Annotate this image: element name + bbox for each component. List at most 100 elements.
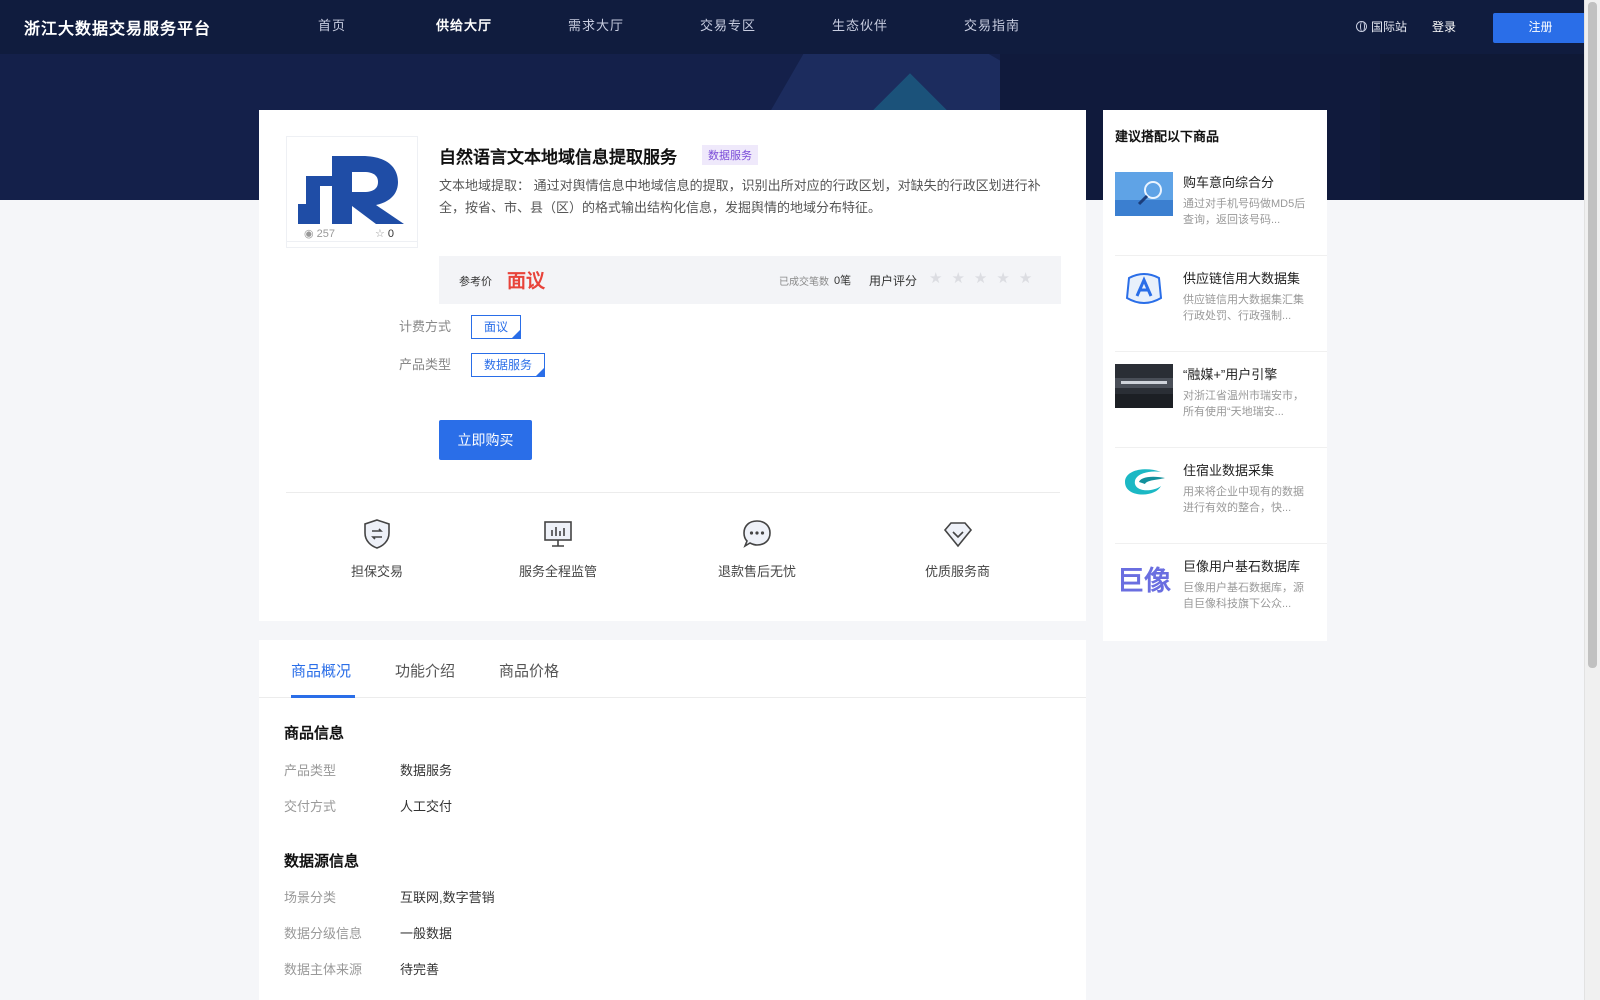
login-link[interactable]: 登录 bbox=[1432, 18, 1456, 35]
product-stats: ◉ 257 ☆ 0 bbox=[286, 222, 418, 248]
nav-supply-hall[interactable]: 供给大厅 bbox=[398, 0, 530, 54]
item-thumbnail bbox=[1115, 268, 1173, 312]
info-value: 待完善 bbox=[400, 962, 440, 977]
feature-quality-provider: 优质服务商 bbox=[925, 518, 990, 580]
item-name: 住宿业数据采集 bbox=[1183, 463, 1275, 478]
view-count-value: 257 bbox=[316, 228, 335, 240]
price-label: 参考价 bbox=[459, 276, 492, 288]
star-icon[interactable]: ★ bbox=[974, 269, 987, 287]
billing-label: 计费方式 bbox=[399, 319, 452, 334]
item-name: 巨像用户基石数据库 bbox=[1183, 559, 1301, 574]
nav-trade-zone[interactable]: 交易专区 bbox=[662, 0, 794, 54]
buy-now-button[interactable]: 立即购买 bbox=[439, 420, 532, 460]
star-icon[interactable]: ★ bbox=[929, 269, 942, 287]
product-category-tag: 数据服务 bbox=[702, 145, 758, 165]
top-navbar: 浙江大数据交易服务平台 首页 供给大厅 需求大厅 交易专区 生态伙伴 交易指南 … bbox=[0, 0, 1588, 54]
feature-label: 退款售后无忧 bbox=[718, 564, 797, 579]
item-thumbnail bbox=[1115, 364, 1173, 408]
globe-icon bbox=[1356, 21, 1367, 32]
info-value: 互联网,数字营销 bbox=[400, 890, 495, 905]
nav-demand-hall[interactable]: 需求大厅 bbox=[530, 0, 662, 54]
swirl-logo-thumbnail-icon bbox=[1125, 469, 1165, 495]
recommended-item[interactable]: 供应链信用大数据集 供应链信用大数据集汇集行政处罚、行政强制... bbox=[1115, 256, 1327, 352]
site-logo[interactable]: 浙江大数据交易服务平台 bbox=[24, 15, 211, 39]
nav-home[interactable]: 首页 bbox=[266, 0, 398, 54]
nav-guide[interactable]: 交易指南 bbox=[926, 0, 1058, 54]
media-screen-thumbnail-icon bbox=[1115, 364, 1173, 408]
item-name: 购车意向综合分 bbox=[1183, 175, 1275, 190]
main-nav: 首页 供给大厅 需求大厅 交易专区 生态伙伴 交易指南 bbox=[266, 0, 1058, 54]
recommended-item[interactable]: 购车意向综合分 通过对手机号码做MD5后查询，返回该号码... bbox=[1115, 160, 1327, 256]
brand-logo-text: 巨像 bbox=[1117, 565, 1171, 597]
price-panel: 参考价 面议 已成交笔数 0笔 用户评分 ★ ★ ★ ★ ★ bbox=[439, 256, 1061, 304]
info-label: 场景分类 bbox=[284, 890, 337, 905]
rating-stars[interactable]: ★ ★ ★ ★ ★ bbox=[929, 269, 1041, 287]
product-details-card: 商品概况 功能介绍 商品价格 商品信息 产品类型 数据服务 交付方式 人工交付 … bbox=[259, 640, 1086, 1000]
item-description: 用来将企业中现有的数据进行有效的整合，快... bbox=[1183, 486, 1304, 514]
star-icon[interactable]: ★ bbox=[1019, 269, 1032, 287]
international-site-label: 国际站 bbox=[1371, 20, 1408, 34]
page-scrollbar[interactable] bbox=[1584, 0, 1600, 1000]
feature-full-supervision: 服务全程监管 bbox=[519, 518, 597, 580]
info-label: 数据分级信息 bbox=[284, 926, 363, 941]
active-tab-indicator bbox=[291, 695, 355, 698]
info-label: 交付方式 bbox=[284, 799, 337, 814]
magnifier-thumbnail-icon bbox=[1115, 172, 1173, 216]
product-title: 自然语言文本地域信息提取服务 bbox=[439, 148, 677, 167]
star-icon[interactable]: ★ bbox=[951, 269, 964, 287]
chat-bubble-icon bbox=[743, 520, 771, 548]
item-description: 供应链信用大数据集汇集行政处罚、行政强制... bbox=[1183, 294, 1304, 322]
star-icon[interactable]: ★ bbox=[996, 269, 1009, 287]
credit-badge-thumbnail-icon bbox=[1125, 273, 1163, 304]
feature-label: 优质服务商 bbox=[925, 564, 991, 579]
banner-shape bbox=[1380, 54, 1584, 200]
price-value: 面议 bbox=[507, 271, 546, 292]
section-title-data-source: 数据源信息 bbox=[284, 853, 360, 870]
item-thumbnail: 巨像 bbox=[1115, 556, 1173, 600]
item-name: “融媒+”用户引擎 bbox=[1183, 367, 1278, 382]
divider bbox=[286, 492, 1060, 493]
recommended-item[interactable]: 巨像 巨像用户基石数据库 巨像用户基石数据库，源自巨像科技旗下公众... bbox=[1115, 544, 1327, 640]
item-description: 巨像用户基石数据库，源自巨像科技旗下公众... bbox=[1183, 582, 1304, 610]
favorite-count[interactable]: ☆ 0 bbox=[352, 222, 417, 247]
eye-icon: ◉ bbox=[303, 228, 317, 240]
shield-exchange-icon bbox=[364, 519, 390, 549]
feature-refund-support: 退款售后无忧 bbox=[718, 518, 796, 580]
deals-label: 已成交笔数 bbox=[779, 277, 829, 288]
favorite-count-value: 0 bbox=[387, 228, 395, 240]
deals-value: 0笔 bbox=[834, 275, 852, 287]
recommendation-panel: 建议搭配以下商品 购车意向综合分 通过对手机号码做MD5后查询，返回该号码...… bbox=[1103, 110, 1327, 641]
type-label: 产品类型 bbox=[399, 357, 452, 372]
recommendation-title: 建议搭配以下商品 bbox=[1115, 129, 1220, 144]
tab-features[interactable]: 功能介绍 bbox=[395, 660, 455, 681]
product-card: ◉ 257 ☆ 0 自然语言文本地域信息提取服务 数据服务 文本地域提取： 通过… bbox=[259, 110, 1086, 621]
info-value: 数据服务 bbox=[400, 763, 453, 778]
billing-option-chip[interactable]: 面议 bbox=[471, 315, 522, 339]
view-count: ◉ 257 bbox=[287, 222, 352, 247]
info-value: 一般数据 bbox=[400, 926, 453, 941]
item-thumbnail bbox=[1115, 172, 1173, 216]
register-button[interactable]: 注册 bbox=[1493, 13, 1588, 43]
provider-logo-icon bbox=[298, 156, 404, 224]
info-label: 数据主体来源 bbox=[284, 962, 363, 977]
rating-label: 用户评分 bbox=[869, 274, 918, 288]
info-label: 产品类型 bbox=[284, 763, 337, 778]
recommended-item[interactable]: 住宿业数据采集 用来将企业中现有的数据进行有效的整合，快... bbox=[1115, 448, 1327, 544]
feature-label: 担保交易 bbox=[351, 564, 404, 579]
tab-overview[interactable]: 商品概况 bbox=[291, 660, 351, 681]
nav-partners[interactable]: 生态伙伴 bbox=[794, 0, 926, 54]
item-thumbnail bbox=[1115, 460, 1173, 504]
international-site-link[interactable]: 国际站 bbox=[1356, 18, 1407, 35]
product-description: 文本地域提取： 通过对舆情信息中地域信息的提取，识别出所对应的行政区划，对缺失的… bbox=[439, 178, 1041, 215]
star-outline-icon: ☆ bbox=[374, 228, 388, 240]
item-description: 通过对手机号码做MD5后查询，返回该号码... bbox=[1183, 198, 1306, 226]
scrollbar-thumb[interactable] bbox=[1588, 2, 1597, 668]
type-option-chip[interactable]: 数据服务 bbox=[471, 353, 546, 377]
monitor-chart-icon bbox=[544, 521, 572, 547]
detail-tabs: 商品概况 功能介绍 商品价格 bbox=[259, 640, 1086, 698]
tab-pricing[interactable]: 商品价格 bbox=[499, 660, 559, 681]
diamond-icon bbox=[943, 522, 972, 548]
recommended-item[interactable]: “融媒+”用户引擎 对浙江省温州市瑞安市，所有使用“天地瑞安... bbox=[1115, 352, 1327, 448]
feature-guaranteed-trade: 担保交易 bbox=[351, 518, 403, 580]
feature-label: 服务全程监管 bbox=[519, 564, 598, 579]
